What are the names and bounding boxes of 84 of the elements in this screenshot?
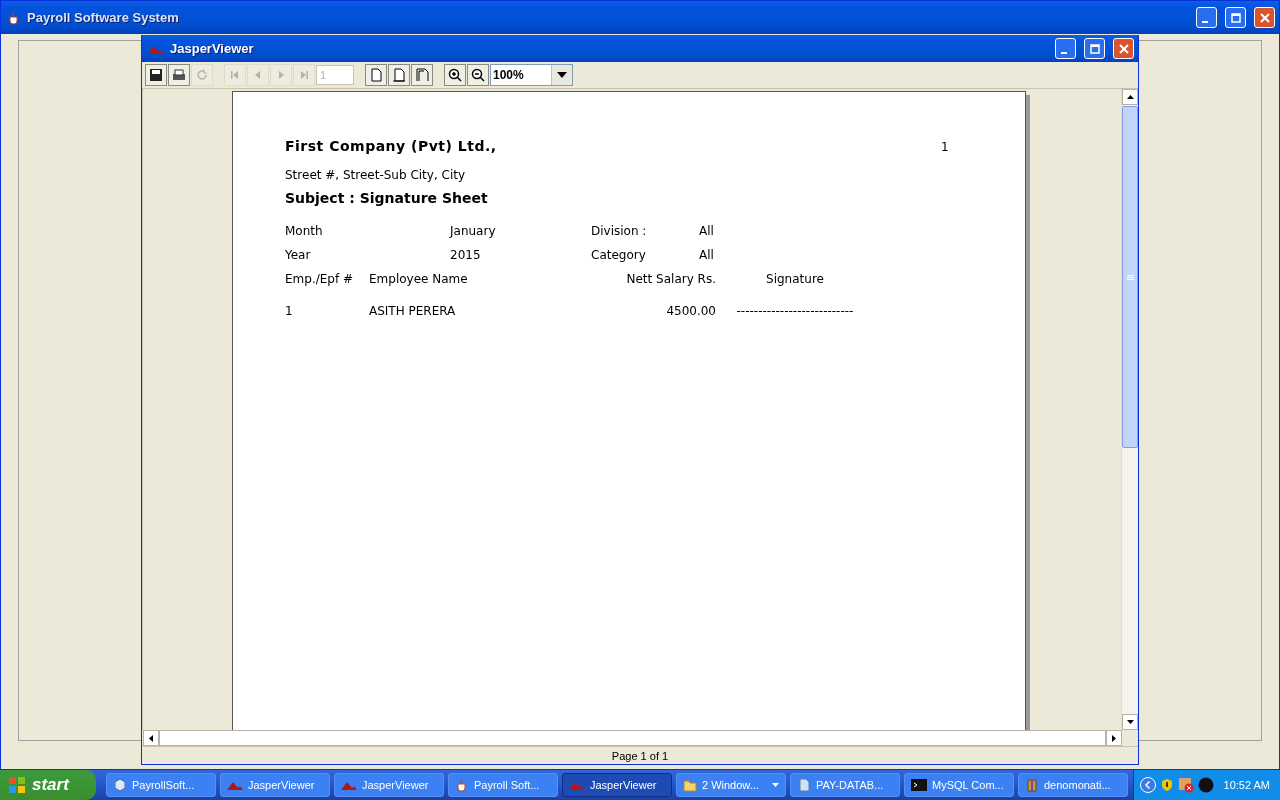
fit-page-button[interactable] — [388, 64, 410, 86]
right-arrow-icon — [1112, 734, 1116, 742]
save-button[interactable] — [145, 64, 167, 86]
printer-icon — [172, 68, 186, 82]
document-icon — [797, 778, 811, 792]
left-arrow-icon — [149, 734, 153, 742]
window-title: JasperViewer — [170, 41, 255, 56]
taskbar-button[interactable]: denomonati... — [1018, 773, 1128, 797]
report-subject: Subject : Signature Sheet — [285, 190, 488, 206]
reload-icon — [195, 68, 209, 82]
close-button[interactable] — [1113, 38, 1134, 59]
cube-icon — [113, 778, 127, 792]
taskbar-button[interactable]: JasperViewer — [562, 773, 672, 797]
column-header: Employee Name — [369, 272, 469, 286]
archive-icon — [1025, 778, 1039, 792]
table-cell-text: 4500.00 — [665, 304, 716, 318]
actual-size-button[interactable] — [365, 64, 387, 86]
maximize-icon — [1230, 12, 1241, 23]
chevron-left-icon — [1139, 777, 1156, 793]
taskbar-button[interactable]: JasperViewer — [220, 773, 330, 797]
close-icon — [1259, 12, 1270, 23]
page-number: 1 — [941, 140, 949, 154]
start-button[interactable]: start — [0, 770, 96, 800]
page-icon — [392, 68, 406, 82]
scroll-thumb[interactable] — [1122, 106, 1138, 448]
taskbar-button[interactable]: Payroll Soft... — [448, 773, 558, 797]
column-header: Nett Salary Rs. — [625, 272, 716, 286]
minimize-button[interactable] — [1055, 38, 1076, 59]
window-title: Payroll Software System — [27, 10, 180, 25]
signature-line: --------------------------- — [735, 304, 855, 318]
zoom-out-button[interactable] — [467, 64, 489, 86]
taskbar-button[interactable]: PayrollSoft... — [106, 773, 216, 797]
param-label: Category — [591, 248, 647, 262]
circle-icon — [1197, 777, 1214, 793]
param-value: 2015 — [450, 248, 482, 262]
company-address: Street #, Street-Sub City, City — [285, 168, 466, 182]
mountain-icon — [227, 780, 243, 790]
zoom-dropdown[interactable]: 100% — [490, 64, 573, 86]
caret-icon — [557, 72, 567, 78]
windows-flag-icon — [8, 776, 26, 794]
page-icon — [415, 68, 429, 82]
console-icon — [911, 779, 927, 791]
column-header: Emp./Epf # — [285, 272, 355, 286]
page-status: Page 1 of 1 — [611, 749, 669, 762]
param-value: All — [699, 224, 714, 238]
close-icon — [1118, 43, 1129, 54]
table-cell-text: 1 — [285, 304, 294, 318]
company-name: First Company (Pvt) Ltd., — [285, 138, 498, 154]
zoom-out-icon — [471, 68, 485, 82]
maximize-button[interactable] — [1225, 7, 1246, 28]
maximize-icon — [1089, 43, 1100, 54]
shield-icon — [1159, 778, 1174, 792]
grip-icon — [1126, 274, 1134, 280]
mountain-icon — [341, 780, 357, 790]
minimize-icon — [1202, 20, 1208, 23]
print-button[interactable] — [168, 64, 190, 86]
close-button[interactable] — [1254, 7, 1275, 28]
taskbar-button[interactable]: 2 Window... — [676, 773, 786, 797]
horizontal-scrollbar[interactable] — [143, 730, 1122, 746]
zoom-in-icon — [448, 68, 462, 82]
folder-icon — [683, 778, 697, 792]
mountain-icon — [569, 780, 585, 790]
maximize-button[interactable] — [1084, 38, 1105, 59]
minimize-icon — [1061, 51, 1067, 54]
table-cell-text: ASITH PERERA — [369, 304, 457, 318]
clock: 10:52 AM — [1223, 779, 1270, 791]
up-arrow-icon — [1126, 95, 1134, 99]
minimize-button[interactable] — [1196, 7, 1217, 28]
vertical-scrollbar[interactable] — [1121, 89, 1138, 730]
page-icon — [369, 68, 383, 82]
param-value: January — [450, 224, 497, 238]
fit-width-button[interactable] — [411, 64, 433, 86]
taskbar-button[interactable]: JasperViewer — [334, 773, 444, 797]
zoom-in-button[interactable] — [444, 64, 466, 86]
coffee-cup-icon — [7, 10, 21, 25]
taskbar-button[interactable]: PAY-DATAB... — [790, 773, 900, 797]
param-label: Division : — [591, 224, 648, 238]
param-value: All — [699, 248, 714, 262]
taskbar-button[interactable]: MySQL Com... — [904, 773, 1014, 797]
param-label: Year — [285, 248, 312, 262]
param-label: Month — [285, 224, 324, 238]
column-header: Signature — [765, 272, 825, 286]
coffee-cup-icon — [455, 778, 469, 792]
down-arrow-icon — [1126, 720, 1134, 724]
